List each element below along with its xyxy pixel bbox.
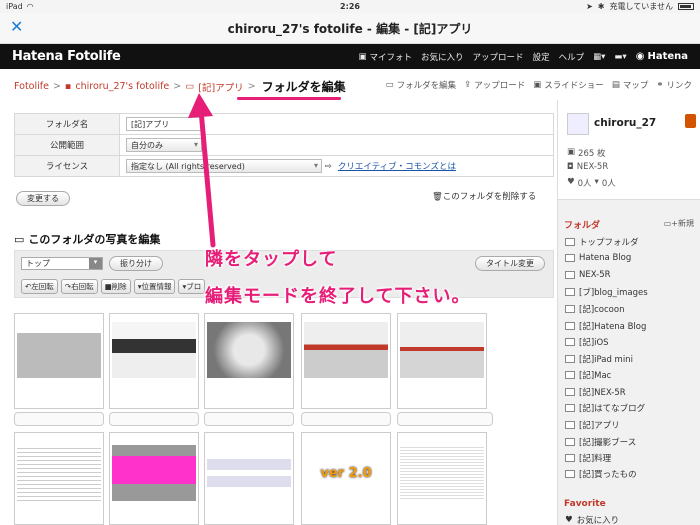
arrow-head — [188, 93, 213, 118]
arrow-shaft — [198, 107, 216, 248]
annotation-arrow — [188, 93, 216, 248]
annotation-line-2: 編集モードを終了して下さい。 — [205, 286, 471, 307]
annotation-line-1: 隣をタップして — [205, 249, 338, 270]
